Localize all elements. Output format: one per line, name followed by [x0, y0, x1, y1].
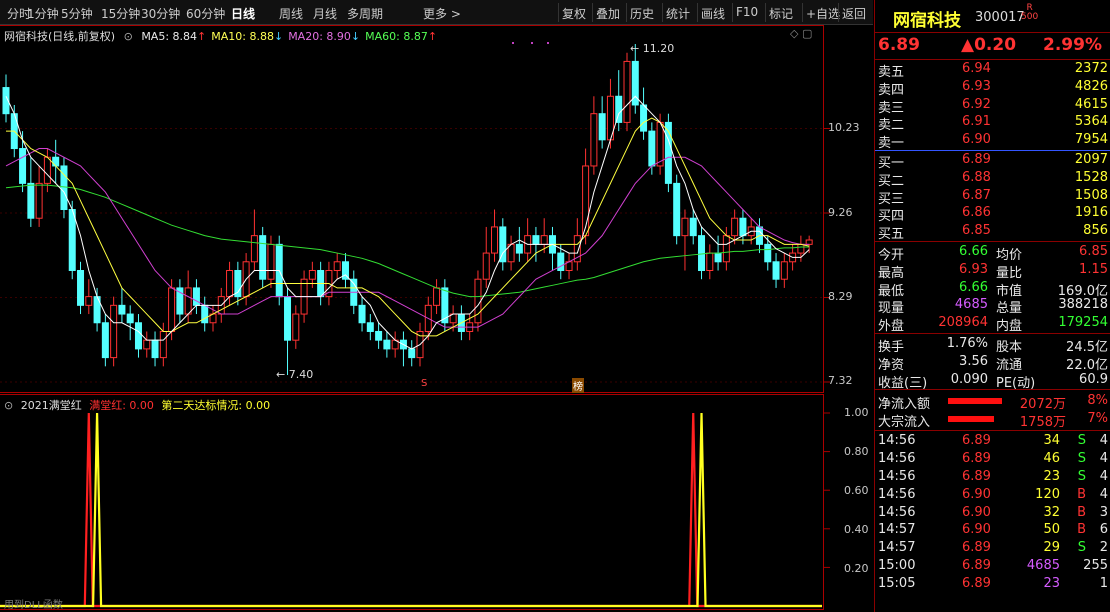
tick-row[interactable]: 15:05 6.89 23 1 [878, 575, 1108, 593]
fund-row[interactable]: 收益(三) 0.090 PE(动) 60.9 [878, 371, 1108, 391]
bid-row[interactable]: 买四 6.86 1916 [878, 204, 1108, 224]
stat-row[interactable]: 现量 4685 总量 388218 [878, 296, 1108, 316]
stock-code: 300017 [975, 10, 1025, 25]
tick-row[interactable]: 14:56 6.89 34 S 4 [878, 432, 1108, 450]
sub-yaxis-label: 1.00 [844, 406, 869, 419]
ask-row[interactable]: 卖二 6.91 5364 [878, 113, 1108, 133]
tick-row[interactable]: 14:56 6.90 32 B 3 [878, 504, 1108, 522]
tick-row[interactable]: 14:56 6.89 23 S 4 [878, 468, 1108, 486]
fund-row[interactable]: 净资 3.56 流通 22.0亿 [878, 353, 1108, 373]
sub-yaxis-label: 0.40 [844, 523, 869, 536]
bid-row[interactable]: 买五 6.85 856 [878, 222, 1108, 242]
indicator-chart[interactable] [0, 0, 873, 612]
indicator-title: 2021满堂红 [20, 399, 82, 412]
last-price: 6.89 [878, 35, 920, 55]
signal-line [0, 412, 822, 608]
indicator-info-bar: ⊙ 2021满堂红 满堂红: 0.00 第二天达标情况: 0.00 [4, 397, 274, 413]
stat-row[interactable]: 最高 6.93 量比 1.15 [878, 261, 1108, 281]
tick-row[interactable]: 14:56 6.90 120 B 4 [878, 486, 1108, 504]
stat-row[interactable]: 今开 6.66 均价 6.85 [878, 243, 1108, 263]
flow-bar [948, 416, 995, 423]
index-tag: R 500 [1021, 3, 1039, 22]
stat-row[interactable]: 外盘 208964 内盘 179254 [878, 314, 1108, 334]
flow-row[interactable]: 净流入额 2072万 8% [878, 392, 1108, 412]
tick-row[interactable]: 14:57 6.89 29 S 2 [878, 539, 1108, 557]
bid-row[interactable]: 买一 6.89 2097 [878, 151, 1108, 171]
flow-row[interactable]: 大宗流入 1758万 7% [878, 410, 1108, 430]
ask-row[interactable]: 卖四 6.93 4826 [878, 78, 1108, 98]
fund-row[interactable]: 换手 1.76% 股本 24.5亿 [878, 335, 1108, 355]
tick-row[interactable]: 14:57 6.90 50 B 6 [878, 521, 1108, 539]
tick-row[interactable]: 14:56 6.89 46 S 4 [878, 450, 1108, 468]
ask-row[interactable]: 卖五 6.94 2372 [878, 60, 1108, 80]
settings-circle-icon[interactable]: ⊙ [4, 399, 13, 412]
bid-row[interactable]: 买三 6.87 1508 [878, 187, 1108, 207]
indicator-value-2: 第二天达标情况: 0.00 [161, 399, 271, 412]
sub-yaxis-label: 0.20 [844, 562, 869, 575]
ask-row[interactable]: 卖三 6.92 4615 [878, 96, 1108, 116]
bid-row[interactable]: 买二 6.88 1528 [878, 169, 1108, 189]
ask-row[interactable]: 卖一 6.90 7954 [878, 131, 1108, 151]
tick-row[interactable]: 15:00 6.89 4685 255 [878, 557, 1108, 575]
indicator-value-1: 满堂红: 0.00 [89, 399, 154, 412]
quote-panel: 网宿科技 300017 R 500 6.89 ▲0.20 2.99% 卖五 6.94… [874, 0, 1110, 612]
sub-yaxis-label: 0.80 [844, 445, 869, 458]
sub-yaxis-label: 0.60 [844, 484, 869, 497]
flow-bar [948, 398, 1002, 405]
dll-footer: 用到DLL函数 [4, 600, 63, 611]
price-change: ▲0.20 [961, 35, 1017, 55]
price-pct: 2.99% [1043, 35, 1102, 55]
stock-name: 网宿科技 [893, 11, 961, 31]
stat-row[interactable]: 最低 6.66 市值 169.0亿 [878, 279, 1108, 299]
